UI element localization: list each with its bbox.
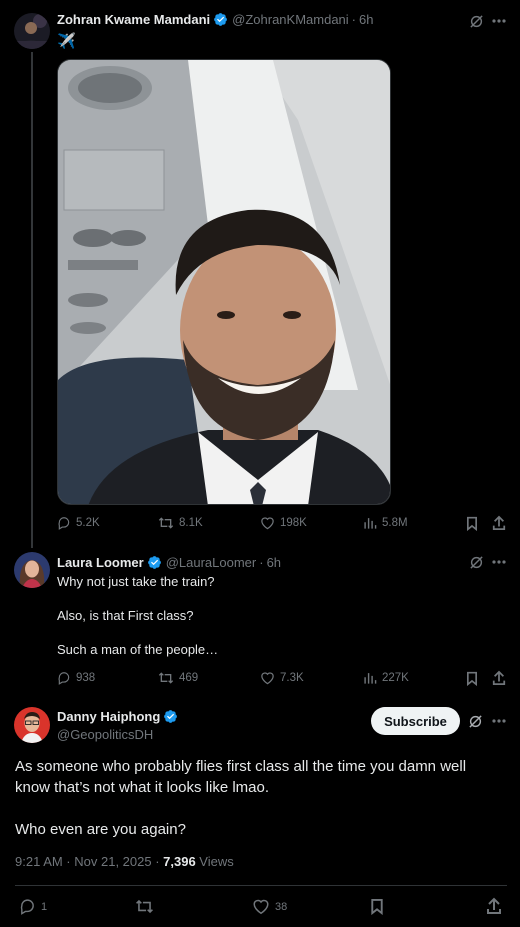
views-count: 5.8M — [382, 517, 408, 529]
more-icon[interactable] — [490, 13, 508, 29]
views-icon — [364, 518, 377, 529]
main-post-handle-row: @GeopoliticsDH — [57, 727, 153, 742]
post-time[interactable]: 6h — [267, 555, 281, 570]
reply-icon — [58, 517, 70, 530]
author-handle[interactable]: @LauraLoomer — [166, 555, 257, 570]
verified-badge-icon — [147, 556, 161, 569]
reply-text: Why not just take the train? Also, is th… — [57, 573, 218, 658]
reply-header: Laura Loomer @LauraLoomer · 6h — [57, 555, 282, 570]
verified-badge-icon — [214, 13, 228, 26]
reply-icon — [20, 899, 34, 915]
post-time[interactable]: 6h — [359, 12, 373, 27]
reply-line — [57, 590, 218, 607]
reply-count: 938 — [76, 672, 96, 684]
bookmark-icon[interactable] — [465, 516, 479, 531]
share-icon[interactable] — [491, 515, 507, 531]
post-photo[interactable] — [57, 59, 391, 505]
bookmark-icon[interactable] — [465, 671, 479, 686]
divider — [15, 885, 507, 886]
like-count: 198K — [280, 517, 307, 529]
reply-button[interactable]: 1 — [19, 898, 47, 915]
repost-icon — [158, 517, 174, 529]
views-count: 7,396 — [163, 854, 196, 869]
main-post-line: As someone who probably flies first clas… — [15, 758, 467, 775]
avatar-zohran[interactable] — [14, 13, 50, 49]
repost-button[interactable] — [135, 898, 154, 915]
repost-icon — [136, 899, 153, 914]
author-handle[interactable]: @ZohranKMamdani — [232, 12, 349, 27]
grok-icon[interactable] — [468, 13, 484, 29]
repost-count: 469 — [179, 672, 199, 684]
bookmark-icon[interactable] — [369, 897, 385, 915]
avatar-laura[interactable] — [14, 552, 50, 588]
reply-line: Such a man of the people… — [57, 642, 219, 657]
share-icon[interactable] — [485, 896, 503, 915]
repost-count: 8.1K — [179, 517, 203, 529]
main-post-text: As someone who probably flies first clas… — [15, 756, 510, 840]
author-handle[interactable]: @GeopoliticsDH — [57, 727, 153, 742]
repost-button[interactable]: 469 — [158, 671, 198, 685]
author-name[interactable]: Zohran Kwame Mamdani — [57, 12, 210, 27]
reply-icon — [58, 672, 70, 685]
reply-count: 1 — [41, 900, 48, 913]
more-icon[interactable] — [490, 713, 508, 729]
thread-line — [31, 52, 33, 548]
repost-icon — [158, 672, 174, 684]
views-count: 227K — [382, 672, 409, 684]
grok-icon[interactable] — [468, 554, 484, 570]
views-icon — [364, 673, 377, 684]
post-header: Zohran Kwame Mamdani @ZohranKMamdani · 6… — [57, 12, 374, 27]
verified-badge-icon — [164, 710, 178, 723]
like-icon — [253, 899, 269, 915]
reply-line: Also, is that First class? — [57, 608, 194, 623]
main-post-line: Who even are you again? — [15, 821, 186, 838]
views-label: Views — [195, 854, 234, 869]
reply-button[interactable]: 5.2K — [57, 516, 100, 530]
more-icon[interactable] — [490, 554, 508, 570]
reply-line: Why not just take the train? — [57, 574, 215, 589]
grok-icon[interactable] — [467, 713, 483, 729]
like-icon — [261, 517, 274, 530]
like-count: 38 — [275, 900, 288, 913]
subscribe-button[interactable]: Subscribe — [371, 707, 460, 735]
like-icon — [261, 672, 274, 685]
repost-button[interactable]: 8.1K — [158, 516, 203, 530]
reply-line — [57, 624, 218, 641]
author-name[interactable]: Danny Haiphong — [57, 709, 160, 724]
reply-count: 5.2K — [76, 517, 100, 529]
avatar-danny[interactable] — [14, 707, 50, 743]
main-post-header: Danny Haiphong — [57, 709, 182, 724]
like-button[interactable]: 7.3K — [260, 671, 304, 685]
post-timestamp-row: 9:21 AM · Nov 21, 2025 · 7,396 Views — [15, 854, 234, 869]
like-button[interactable]: 38 — [252, 898, 287, 915]
author-name[interactable]: Laura Loomer — [57, 555, 144, 570]
views-button[interactable]: 5.8M — [363, 516, 408, 530]
like-count: 7.3K — [280, 672, 304, 684]
like-button[interactable]: 198K — [260, 516, 307, 530]
reply-button[interactable]: 938 — [57, 671, 95, 685]
post-timestamp[interactable]: 9:21 AM · Nov 21, 2025 · — [15, 854, 163, 869]
post-text: ✈️ — [57, 33, 76, 50]
share-icon[interactable] — [491, 670, 507, 686]
main-post-line: know that’s not what it looks like lmao. — [15, 779, 270, 796]
views-button[interactable]: 227K — [363, 671, 409, 685]
